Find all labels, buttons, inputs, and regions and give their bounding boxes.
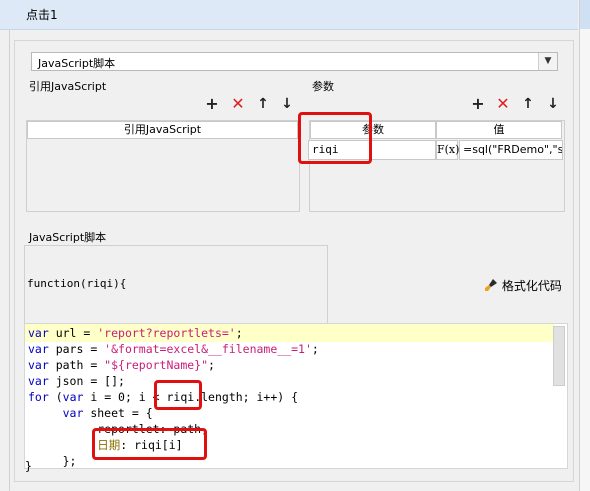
code-line: var pars = '&format=excel&__filename__=1… [28,342,319,356]
code-line: }; [62,454,77,468]
param-name-cell[interactable]: riqi [308,140,436,160]
delete-ref-js-button[interactable]: ✕ [231,96,245,112]
broom-icon [484,278,498,292]
dialog-title: 点击1 [26,8,58,22]
function-signature: function(riqi){ [27,277,127,290]
format-code-label: 格式化代码 [501,279,562,293]
code-editor[interactable]: var url = 'report?reportlets='; var pars… [24,323,568,469]
left-edge [0,30,10,491]
code-line: for (var i = 0; i < riqi.length; i++) { [28,390,299,404]
move-up-param-button[interactable]: ↑ [521,96,535,112]
code-line: var path = "${reportName}"; [28,358,215,372]
code-line: 日期: riqi[i] [97,438,183,452]
code-scrollbar-thumb[interactable] [553,326,565,386]
code-line: var json = []; [28,374,125,388]
param-column-header: 参数 [310,121,436,139]
ref-js-section-label: 引用JavaScript [27,78,109,94]
move-down-ref-js-button[interactable]: ↓ [280,96,294,112]
code-line: reportlet: path, [97,422,209,436]
function-closing-brace: } [25,459,32,473]
dialog-title-bar: 点击1 [0,0,578,30]
format-code-button[interactable]: 格式化代码 [484,277,562,294]
params-section-label: 参数 [310,78,336,94]
ref-js-column-header: 引用JavaScript [27,121,298,139]
script-type-select[interactable]: JavaScript脚本 ▼ [31,52,558,71]
value-column-header: 值 [436,121,562,139]
add-param-button[interactable]: + [471,96,485,112]
right-scroll-edge[interactable] [579,0,590,491]
move-up-ref-js-button[interactable]: ↑ [256,96,270,112]
script-section-label: JavaScript脚本 [27,229,109,245]
delete-param-button[interactable]: ✕ [496,96,510,112]
chevron-down-icon[interactable]: ▼ [538,53,557,70]
move-down-param-button[interactable]: ↓ [546,96,560,112]
param-value-cell[interactable]: =sql("FRDemo","s [459,140,563,160]
code-line: var sheet = { [62,406,153,420]
add-ref-js-button[interactable]: + [205,96,219,112]
code-line: var url = 'report?reportlets='; [28,326,243,340]
script-type-value: JavaScript脚本 [38,57,116,70]
formula-icon[interactable]: F(x) [436,140,459,160]
